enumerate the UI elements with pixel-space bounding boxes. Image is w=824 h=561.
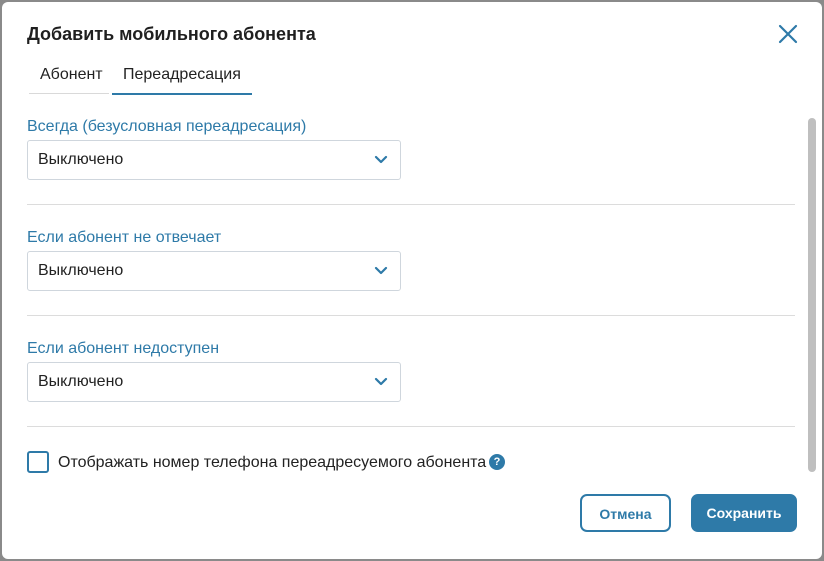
unavailable-value: Выключено	[38, 373, 124, 390]
help-icon[interactable]: ?	[489, 454, 505, 470]
divider	[27, 426, 795, 427]
cancel-button[interactable]: Отмена	[580, 494, 671, 532]
close-icon[interactable]	[776, 22, 800, 46]
scrollbar[interactable]	[808, 118, 816, 472]
save-button[interactable]: Сохранить	[691, 494, 797, 532]
no-answer-label: Если абонент не отвечает	[27, 229, 222, 246]
tab-forwarding[interactable]: Переадресация	[112, 60, 252, 95]
divider	[27, 315, 795, 316]
chevron-down-icon	[374, 266, 388, 275]
chevron-down-icon	[374, 377, 388, 386]
no-answer-select[interactable]: Выключено	[27, 251, 401, 291]
no-answer-value: Выключено	[38, 262, 124, 279]
always-forward-select[interactable]: Выключено	[27, 140, 401, 180]
tab-bar: Абонент Переадресация	[29, 60, 797, 95]
tab-underline	[29, 93, 109, 94]
dialog: Добавить мобильного абонента Абонент Пер…	[2, 2, 822, 559]
always-forward-value: Выключено	[38, 151, 124, 168]
unavailable-select[interactable]: Выключено	[27, 362, 401, 402]
chevron-down-icon	[374, 155, 388, 164]
dialog-title: Добавить мобильного абонента	[27, 24, 316, 44]
show-number-checkbox[interactable]	[27, 451, 49, 473]
always-forward-label: Всегда (безусловная переадресация)	[27, 118, 307, 135]
divider	[27, 204, 795, 205]
show-number-label[interactable]: Отображать номер телефона переадресуемог…	[58, 454, 486, 472]
unavailable-label: Если абонент недоступен	[27, 340, 220, 357]
tab-subscriber[interactable]: Абонент	[29, 60, 114, 93]
